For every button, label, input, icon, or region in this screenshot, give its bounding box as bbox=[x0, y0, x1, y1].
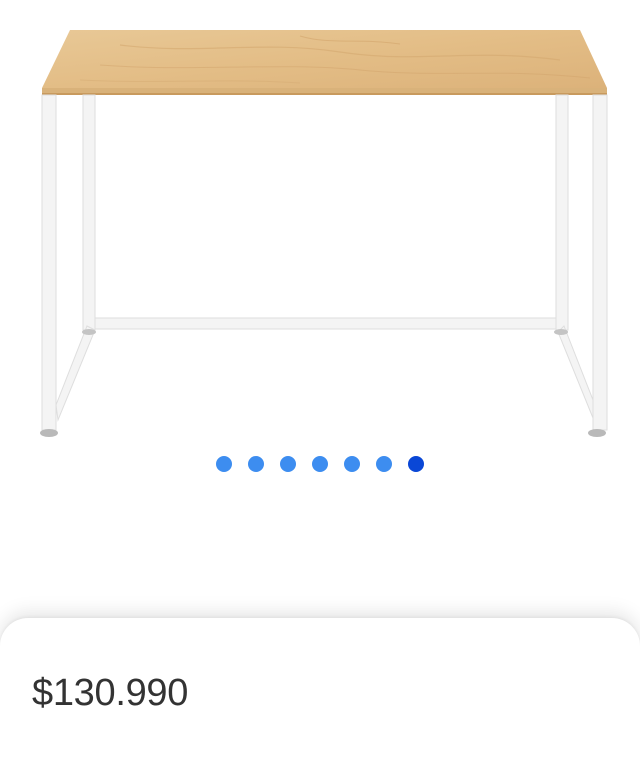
carousel-pagination bbox=[0, 456, 640, 474]
carousel-dot-5[interactable] bbox=[344, 456, 360, 472]
desk-image bbox=[40, 30, 608, 437]
carousel-dot-6[interactable] bbox=[376, 456, 392, 472]
product-info-sheet: $130.990 bbox=[0, 618, 640, 758]
carousel-dot-2[interactable] bbox=[248, 456, 264, 472]
carousel-dot-3[interactable] bbox=[280, 456, 296, 472]
carousel-dot-1[interactable] bbox=[216, 456, 232, 472]
carousel-dot-7-active[interactable] bbox=[408, 456, 424, 472]
product-price: $130.990 bbox=[32, 672, 189, 714]
product-image-gallery[interactable] bbox=[0, 0, 640, 500]
carousel-dot-4[interactable] bbox=[312, 456, 328, 472]
